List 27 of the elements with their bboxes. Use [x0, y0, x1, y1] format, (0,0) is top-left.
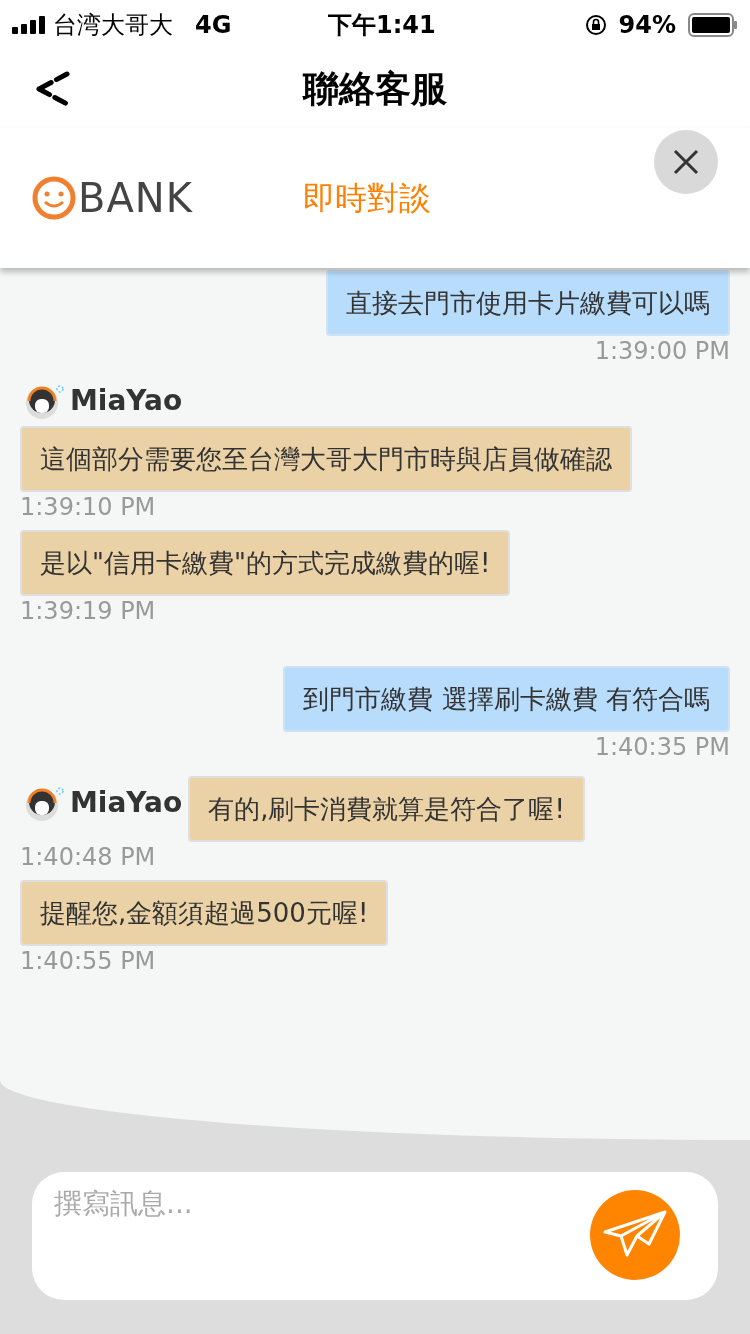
- message-bubble: 是以"信用卡繳費"的方式完成繳費的喔!: [20, 530, 511, 596]
- bank-logo: BANK: [32, 168, 193, 228]
- message-bubble: 到門市繳費 選擇刷卡繳費 有符合嗎: [283, 666, 730, 732]
- timestamp: 1:39:10 PM: [20, 492, 156, 522]
- clock: 下午1:41: [328, 10, 436, 41]
- battery-percent: 94%: [618, 10, 676, 41]
- timestamp: 1:40:35 PM: [594, 732, 730, 762]
- message-bubble: 提醒您,金額須超過500元喔!: [20, 880, 389, 946]
- sender-name: MiaYao: [70, 785, 183, 821]
- chat-title: 即時對談: [303, 178, 431, 219]
- message-bubble: 這個部分需要您至台灣大哥大門市時與店員做確認: [20, 426, 632, 492]
- close-icon: [672, 148, 700, 176]
- network-type: 4G: [195, 10, 232, 41]
- timestamp: 1:40:55 PM: [20, 946, 156, 976]
- page-title: 聯絡客服: [301, 67, 448, 111]
- timestamp: 1:39:19 PM: [20, 596, 156, 626]
- battery-icon: [688, 13, 738, 37]
- carrier-name: 台湾大哥大: [53, 10, 173, 41]
- timestamp: 1:40:48 PM: [20, 842, 156, 872]
- back-arrow-icon: [34, 70, 70, 108]
- message-bubble: 直接去門市使用卡片繳費可以嗎: [326, 270, 730, 336]
- sender-name: MiaYao: [70, 383, 183, 419]
- signal-icon: [12, 16, 48, 34]
- timestamp: 1:39:00 PM: [594, 336, 730, 366]
- rotation-lock-icon: [584, 14, 607, 36]
- message-bubble: 有的,刷卡消費就算是符合了喔!: [188, 776, 585, 842]
- message-input[interactable]: 撰寫訊息...: [32, 1172, 718, 1300]
